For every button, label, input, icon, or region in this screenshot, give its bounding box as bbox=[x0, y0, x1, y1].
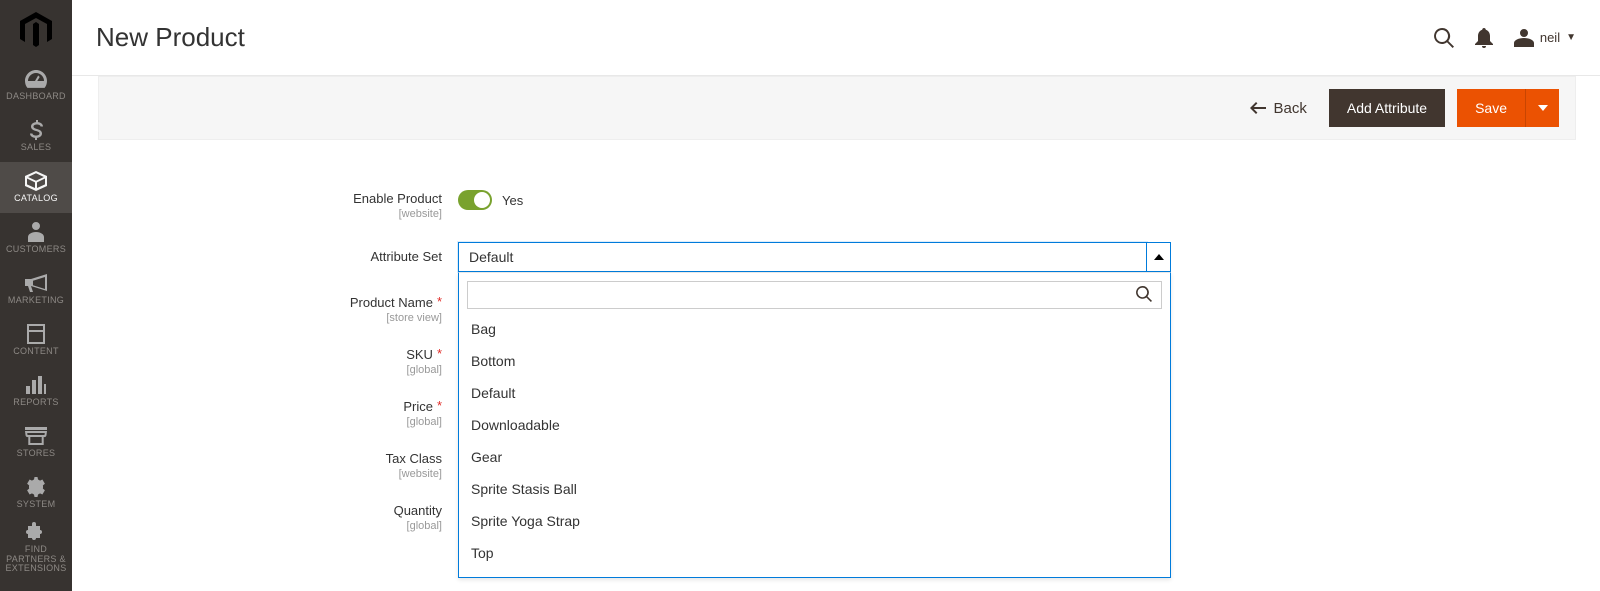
arrow-left-icon bbox=[1250, 102, 1266, 114]
caret-up-icon bbox=[1154, 254, 1164, 260]
label-attribute-set: Attribute Set bbox=[370, 249, 442, 264]
nav-label: MARKETING bbox=[6, 296, 66, 306]
nav-catalog[interactable]: CATALOG bbox=[0, 162, 72, 213]
person-icon bbox=[25, 222, 47, 242]
scope-tax-class: [website] bbox=[200, 468, 442, 480]
nav-reports[interactable]: REPORTS bbox=[0, 366, 72, 417]
nav-stores[interactable]: STORES bbox=[0, 417, 72, 468]
box-icon bbox=[25, 171, 47, 191]
attribute-set-select: Default Bag Bottom Defau bbox=[458, 242, 1171, 272]
storefront-icon bbox=[25, 426, 47, 446]
nav-label: CATALOG bbox=[12, 194, 60, 204]
page-icon bbox=[25, 324, 47, 344]
nav-label: DASHBOARD bbox=[4, 92, 68, 102]
gear-icon bbox=[25, 477, 47, 497]
attribute-set-option[interactable]: Gear bbox=[467, 441, 1162, 473]
nav-label: SYSTEM bbox=[15, 500, 58, 510]
enable-product-value: Yes bbox=[502, 193, 523, 208]
bar-chart-icon bbox=[25, 375, 47, 395]
puzzle-icon bbox=[25, 522, 47, 542]
required-marker: * bbox=[437, 398, 442, 413]
save-options-button[interactable] bbox=[1525, 89, 1559, 127]
attribute-set-option[interactable]: Sprite Yoga Strap bbox=[467, 505, 1162, 537]
nav-customers[interactable]: CUSTOMERS bbox=[0, 213, 72, 264]
megaphone-icon bbox=[25, 273, 47, 293]
scope-quantity: [global] bbox=[200, 520, 442, 532]
bell-icon[interactable] bbox=[1464, 18, 1504, 58]
attribute-set-option[interactable]: Default bbox=[467, 377, 1162, 409]
nav-label: STORES bbox=[15, 449, 58, 459]
back-button[interactable]: Back bbox=[1250, 100, 1307, 117]
enable-product-toggle[interactable] bbox=[458, 190, 492, 210]
avatar-icon bbox=[1514, 29, 1534, 47]
dollar-icon bbox=[25, 120, 47, 140]
attribute-set-option[interactable]: Top bbox=[467, 537, 1162, 569]
search-icon[interactable] bbox=[1424, 18, 1464, 58]
add-attribute-button[interactable]: Add Attribute bbox=[1329, 89, 1445, 127]
caret-down-icon: ▼ bbox=[1566, 32, 1576, 43]
nav-label: FIND PARTNERS & EXTENSIONS bbox=[0, 545, 72, 575]
page-header: New Product neil ▼ bbox=[72, 0, 1600, 76]
label-tax-class: Tax Class bbox=[386, 451, 442, 466]
caret-down-icon bbox=[1538, 105, 1548, 111]
label-price: Price bbox=[403, 399, 433, 414]
admin-sidebar: DASHBOARD SALES CATALOG CUSTOMERS MARKET… bbox=[0, 0, 72, 591]
account-menu[interactable]: neil ▼ bbox=[1514, 29, 1576, 47]
save-button[interactable]: Save bbox=[1457, 89, 1525, 127]
label-sku: SKU bbox=[406, 347, 433, 362]
gauge-icon bbox=[25, 69, 47, 89]
attribute-set-option[interactable]: Sprite Stasis Ball bbox=[467, 473, 1162, 505]
attribute-set-option[interactable]: Bottom bbox=[467, 345, 1162, 377]
attribute-set-options: Bag Bottom Default Downloadable Gear Spr… bbox=[467, 313, 1162, 569]
attribute-set-search-input[interactable] bbox=[467, 281, 1162, 309]
search-icon bbox=[1136, 286, 1152, 307]
attribute-set-selected[interactable]: Default bbox=[458, 242, 1147, 272]
page-actions: Back Add Attribute Save bbox=[98, 76, 1576, 140]
scope-sku: [global] bbox=[200, 364, 442, 376]
attribute-set-toggle-button[interactable] bbox=[1147, 242, 1171, 272]
nav-label: REPORTS bbox=[11, 398, 60, 408]
page-title: New Product bbox=[96, 22, 245, 53]
nav-label: CONTENT bbox=[11, 347, 61, 357]
attribute-set-option[interactable]: Downloadable bbox=[467, 409, 1162, 441]
nav-system[interactable]: SYSTEM bbox=[0, 468, 72, 519]
nav-label: CUSTOMERS bbox=[4, 245, 68, 255]
nav-marketing[interactable]: MARKETING bbox=[0, 264, 72, 315]
field-enable-product: Enable Product [website] Yes bbox=[200, 190, 1200, 220]
scope-product-name: [store view] bbox=[200, 312, 442, 324]
nav-partners[interactable]: FIND PARTNERS & EXTENSIONS bbox=[0, 519, 72, 577]
user-name: neil bbox=[1540, 30, 1560, 45]
nav-content[interactable]: CONTENT bbox=[0, 315, 72, 366]
attribute-set-dropdown: Bag Bottom Default Downloadable Gear Spr… bbox=[458, 272, 1171, 578]
field-attribute-set: Attribute Set Default bbox=[200, 242, 1200, 272]
nav-dashboard[interactable]: DASHBOARD bbox=[0, 60, 72, 111]
nav-sales[interactable]: SALES bbox=[0, 111, 72, 162]
label-product-name: Product Name bbox=[350, 295, 433, 310]
nav-label: SALES bbox=[19, 143, 54, 153]
required-marker: * bbox=[437, 346, 442, 361]
scope-price: [global] bbox=[200, 416, 442, 428]
product-form: Enable Product [website] Yes Attribute S… bbox=[200, 190, 1200, 554]
magento-logo[interactable] bbox=[0, 0, 72, 60]
label-enable-product: Enable Product bbox=[353, 191, 442, 206]
required-marker: * bbox=[437, 294, 442, 309]
scope-enable-product: [website] bbox=[200, 208, 442, 220]
label-quantity: Quantity bbox=[394, 503, 442, 518]
attribute-set-option[interactable]: Bag bbox=[467, 313, 1162, 345]
